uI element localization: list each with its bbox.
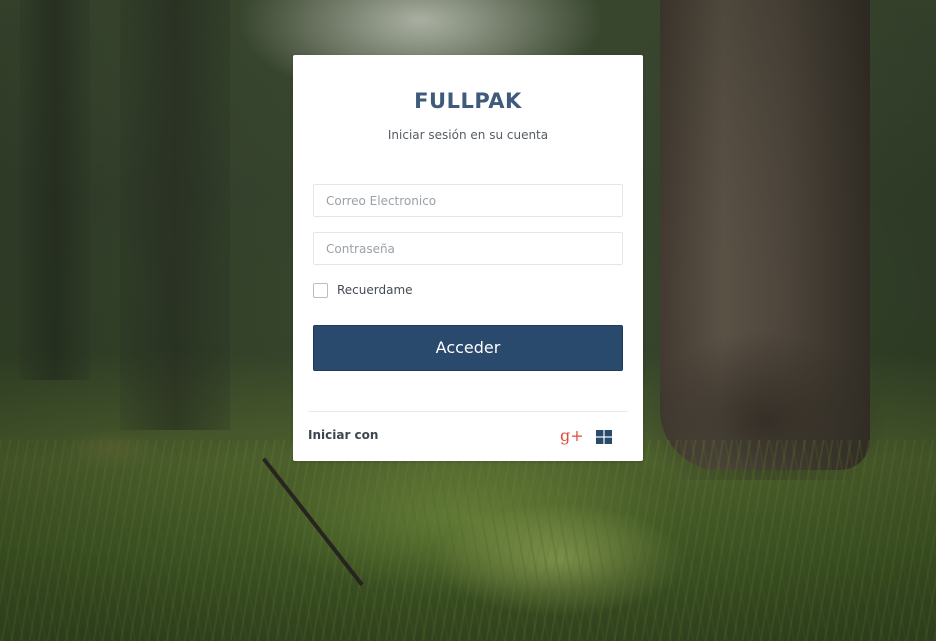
email-field[interactable] [313,184,623,217]
divider [308,411,628,412]
windows-icon[interactable] [596,430,612,444]
login-button[interactable]: Acceder [313,325,623,371]
login-subtitle: Iniciar sesión en su cuenta [387,128,549,142]
remember-checkbox[interactable] [313,282,328,298]
remember-me[interactable]: Recuerdame [313,281,413,299]
login-card: FULLPAK Iniciar sesión en su cuenta Recu… [293,55,643,461]
password-field[interactable] [313,232,623,265]
remember-label: Recuerdame [337,283,413,297]
social-login-label: Iniciar con [308,428,379,442]
google-plus-icon[interactable]: g+ [560,426,584,446]
brand-title: FULLPAK [414,89,522,113]
google-plus-glyph: g+ [560,426,584,445]
